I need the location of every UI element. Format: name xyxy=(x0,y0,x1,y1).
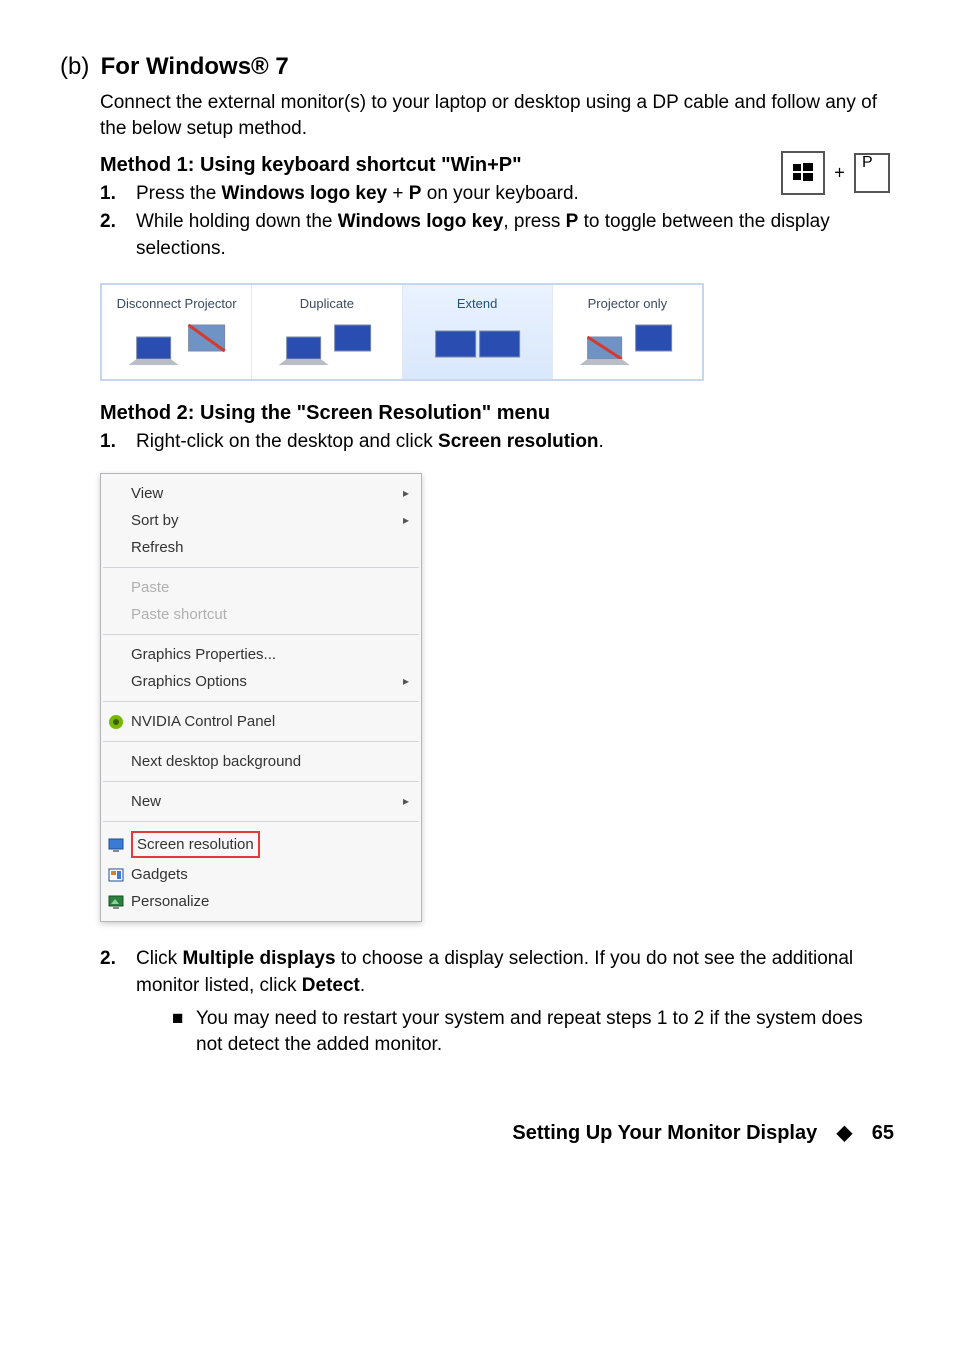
method1-steps: 1. Press the Windows logo key + P on you… xyxy=(100,181,894,263)
menu-item-label: New xyxy=(131,791,161,812)
step-number: 2. xyxy=(100,209,136,262)
menu-item-label: Next desktop background xyxy=(131,751,301,772)
menu-item-gadgets[interactable]: Gadgets xyxy=(101,861,421,888)
menu-item-personalize[interactable]: Personalize xyxy=(101,888,421,915)
win-p-keycaps: + P xyxy=(777,151,894,195)
section-letter: (b) xyxy=(60,50,89,84)
menu-item-paste: Paste xyxy=(101,574,421,601)
extend-icon xyxy=(409,321,546,369)
projector-option-label: Extend xyxy=(409,295,546,313)
method1-step1: 1. Press the Windows logo key + P on you… xyxy=(100,181,767,208)
menu-item-label: Sort by xyxy=(131,510,179,531)
highlighted-selection: Screen resolution xyxy=(131,831,260,858)
projector-option-label: Projector only xyxy=(559,295,696,313)
projector-option-extend[interactable]: Extend xyxy=(402,285,552,379)
submenu-arrow-icon: ▸ xyxy=(403,793,409,810)
note-text: You may need to restart your system and … xyxy=(196,1006,894,1059)
personalize-icon xyxy=(107,893,125,911)
plus-icon: + xyxy=(834,162,845,182)
page-number: 65 xyxy=(872,1122,894,1144)
menu-item-label: Graphics Options xyxy=(131,671,247,692)
menu-item-paste-shortcut: Paste shortcut xyxy=(101,601,421,628)
method1-step2: 2. While holding down the Windows logo k… xyxy=(100,209,894,262)
submenu-arrow-icon: ▸ xyxy=(403,485,409,502)
windows-key-icon xyxy=(781,151,825,195)
submenu-arrow-icon: ▸ xyxy=(403,673,409,690)
menu-item-sort-by[interactable]: Sort by ▸ xyxy=(101,507,421,534)
menu-item-nvidia-control-panel[interactable]: NVIDIA Control Panel xyxy=(101,708,421,735)
method2-steps-cont: 2. Click Multiple displays to choose a d… xyxy=(100,946,894,1058)
section-header: (b) For Windows® 7 xyxy=(60,50,894,84)
menu-item-label: Paste xyxy=(131,577,169,598)
p-key-icon: P xyxy=(854,153,890,193)
menu-item-screen-resolution[interactable]: Screen resolution xyxy=(101,828,421,861)
menu-divider xyxy=(103,821,419,822)
menu-item-next-desktop-background[interactable]: Next desktop background xyxy=(101,748,421,775)
desktop-context-menu: View ▸ Sort by ▸ Refresh Paste Paste sho… xyxy=(100,473,422,922)
screen-resolution-icon xyxy=(107,836,125,854)
square-bullet-icon: ■ xyxy=(172,1006,196,1059)
intro-paragraph: Connect the external monitor(s) to your … xyxy=(100,90,894,143)
step-number: 1. xyxy=(100,181,136,208)
projector-option-disconnect[interactable]: Disconnect Projector xyxy=(102,285,251,379)
step-body: Press the Windows logo key + P on your k… xyxy=(136,181,767,208)
menu-item-label: Paste shortcut xyxy=(131,604,227,625)
nvidia-icon xyxy=(107,713,125,731)
menu-divider xyxy=(103,741,419,742)
duplicate-icon xyxy=(258,321,395,369)
step-body: While holding down the Windows logo key,… xyxy=(136,209,894,262)
menu-item-graphics-options[interactable]: Graphics Options ▸ xyxy=(101,668,421,695)
menu-item-new[interactable]: New ▸ xyxy=(101,788,421,815)
step-body: Click Multiple displays to choose a disp… xyxy=(136,946,894,1058)
menu-item-graphics-properties[interactable]: Graphics Properties... xyxy=(101,641,421,668)
menu-item-label: Screen resolution xyxy=(137,836,254,853)
step-number: 1. xyxy=(100,429,136,456)
method2-step1: 1. Right-click on the desktop and click … xyxy=(100,429,894,456)
menu-item-view[interactable]: View ▸ xyxy=(101,480,421,507)
menu-divider xyxy=(103,701,419,702)
projector-option-projector-only[interactable]: Projector only xyxy=(552,285,702,379)
menu-item-label: NVIDIA Control Panel xyxy=(131,711,275,732)
diamond-icon: ◆ xyxy=(837,1122,852,1144)
menu-item-label: Personalize xyxy=(131,891,209,912)
submenu-arrow-icon: ▸ xyxy=(403,512,409,529)
method2-steps: 1. Right-click on the desktop and click … xyxy=(100,429,894,456)
projector-toggle-panel: Disconnect Projector Duplicate Extend xyxy=(100,283,704,381)
method2-heading: Method 2: Using the "Screen Resolution" … xyxy=(100,399,894,427)
projector-only-icon xyxy=(559,321,696,369)
menu-item-refresh[interactable]: Refresh xyxy=(101,534,421,561)
menu-divider xyxy=(103,781,419,782)
gadgets-icon xyxy=(107,866,125,884)
projector-option-label: Duplicate xyxy=(258,295,395,313)
section-title: For Windows® 7 xyxy=(101,53,289,80)
method2-step2: 2. Click Multiple displays to choose a d… xyxy=(100,946,894,1058)
projector-option-label: Disconnect Projector xyxy=(108,295,245,313)
method1-heading: Method 1: Using keyboard shortcut "Win+P… xyxy=(100,151,894,179)
menu-item-label: Graphics Properties... xyxy=(131,644,276,665)
menu-divider xyxy=(103,634,419,635)
step-body: Right-click on the desktop and click Scr… xyxy=(136,429,894,456)
page-footer: Setting Up Your Monitor Display ◆ 65 xyxy=(60,1119,894,1147)
menu-divider xyxy=(103,567,419,568)
laptop-only-icon xyxy=(108,321,245,369)
footer-title: Setting Up Your Monitor Display xyxy=(512,1122,817,1144)
note-bullet: ■ You may need to restart your system an… xyxy=(172,1006,894,1059)
menu-item-label: Refresh xyxy=(131,537,184,558)
projector-option-duplicate[interactable]: Duplicate xyxy=(251,285,401,379)
step-number: 2. xyxy=(100,946,136,1058)
menu-item-label: View xyxy=(131,483,163,504)
menu-item-label: Gadgets xyxy=(131,864,188,885)
note-bullet-list: ■ You may need to restart your system an… xyxy=(172,1006,894,1059)
